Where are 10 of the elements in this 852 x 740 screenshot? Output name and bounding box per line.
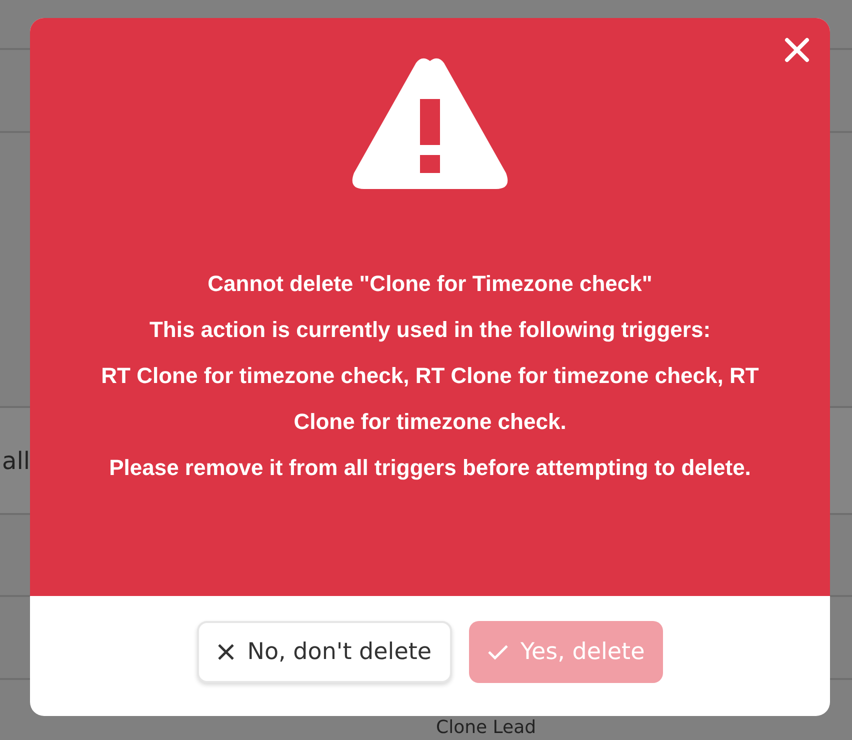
close-icon — [217, 643, 236, 661]
checkmark-icon — [486, 643, 509, 661]
message-text: RT Clone for timezone check, RT Clone for timezone check, RT Clone for timezone check. — [100, 362, 760, 436]
close-icon[interactable] — [784, 37, 810, 63]
message-text: Cannot delete "Clone for Timezone check" — [206, 270, 654, 298]
row-text: all — [2, 446, 30, 474]
message-text: Please remove it from all triggers before attempting to delete. — [108, 454, 752, 482]
row-text: Clone Lead — [436, 717, 538, 739]
message-text: This action is currently used in the following triggers: — [148, 316, 712, 344]
cancel-button[interactable]: No, don't delete — [197, 621, 452, 683]
